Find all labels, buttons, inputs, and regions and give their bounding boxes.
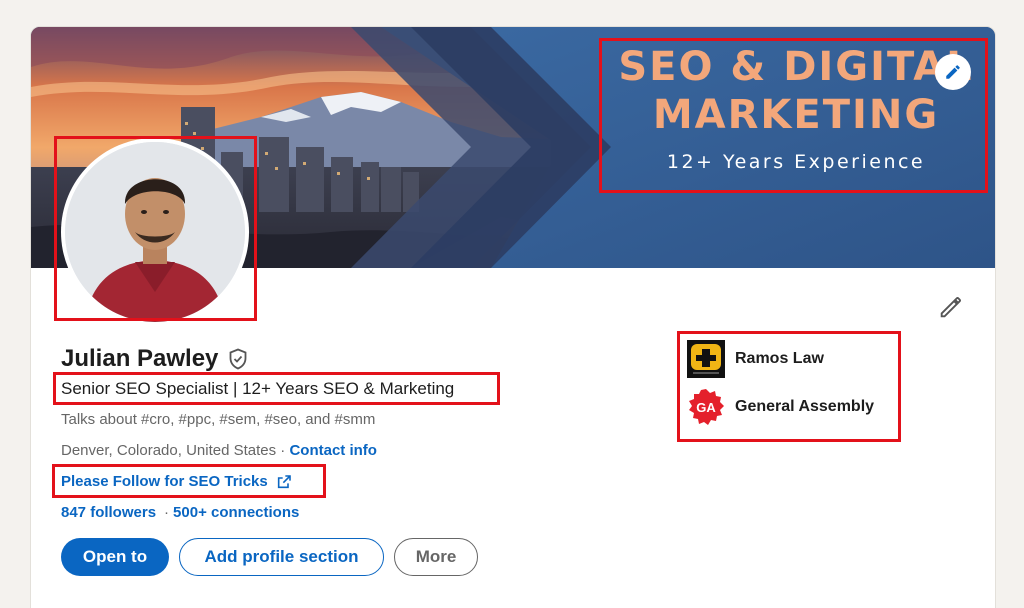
profile-card: SEO & DIGITAL MARKETING 12+ Years Experi… [30,26,996,608]
pencil-icon [940,297,961,318]
experience-education-list: Ramos Law GA General Assembly [687,339,874,435]
profile-name-row: Julian Pawley [61,345,250,373]
pencil-icon [946,65,960,79]
add-profile-section-button[interactable]: Add profile section [179,538,384,576]
banner-subtitle: 12+ Years Experience [666,151,926,173]
more-button[interactable]: More [394,538,478,576]
profile-name: Julian Pawley [61,345,219,372]
profile-photo[interactable] [61,138,249,326]
connections-link[interactable]: 500+ connections [173,504,299,521]
general-assembly-logo: GA [687,388,725,426]
ramos-law-logo [687,340,725,378]
edit-banner-button[interactable] [935,54,971,90]
external-link-icon [277,474,291,488]
contact-info-link[interactable]: Contact info [289,442,377,459]
edit-intro-button[interactable] [937,293,965,321]
verified-shield-icon[interactable] [226,347,250,371]
location-separator: · [276,442,290,459]
profile-talks-about: Talks about #cro, #ppc, #sem, #seo, and … [61,411,376,428]
followers-link[interactable]: 847 followers [61,504,156,521]
ga-logo-text: GA [696,400,716,415]
custom-link-label: Please Follow for SEO Tricks [61,473,268,490]
org-general-assembly[interactable]: GA General Assembly [687,387,874,427]
profile-location: Denver, Colorado, United States [61,442,277,459]
org-name: Ramos Law [735,350,824,367]
org-name: General Assembly [735,398,875,415]
banner-headline: SEO & DIGITAL MARKETING [606,43,986,139]
profile-headline: Senior SEO Specialist | 12+ Years SEO & … [61,379,455,398]
custom-profile-link[interactable]: Please Follow for SEO Tricks [61,473,292,490]
open-to-button[interactable]: Open to [61,538,169,576]
org-ramos-law[interactable]: Ramos Law [687,339,874,379]
profile-location-row: Denver, Colorado, United States · Contac… [61,442,377,459]
banner-headline-line2: MARKETING [652,92,940,138]
banner-headline-line1: SEO & DIGITAL [618,44,974,90]
stats-separator: · [164,504,170,521]
profile-photo-image [65,142,245,322]
profile-stats: 847 followers · 500+ connections [61,504,299,521]
